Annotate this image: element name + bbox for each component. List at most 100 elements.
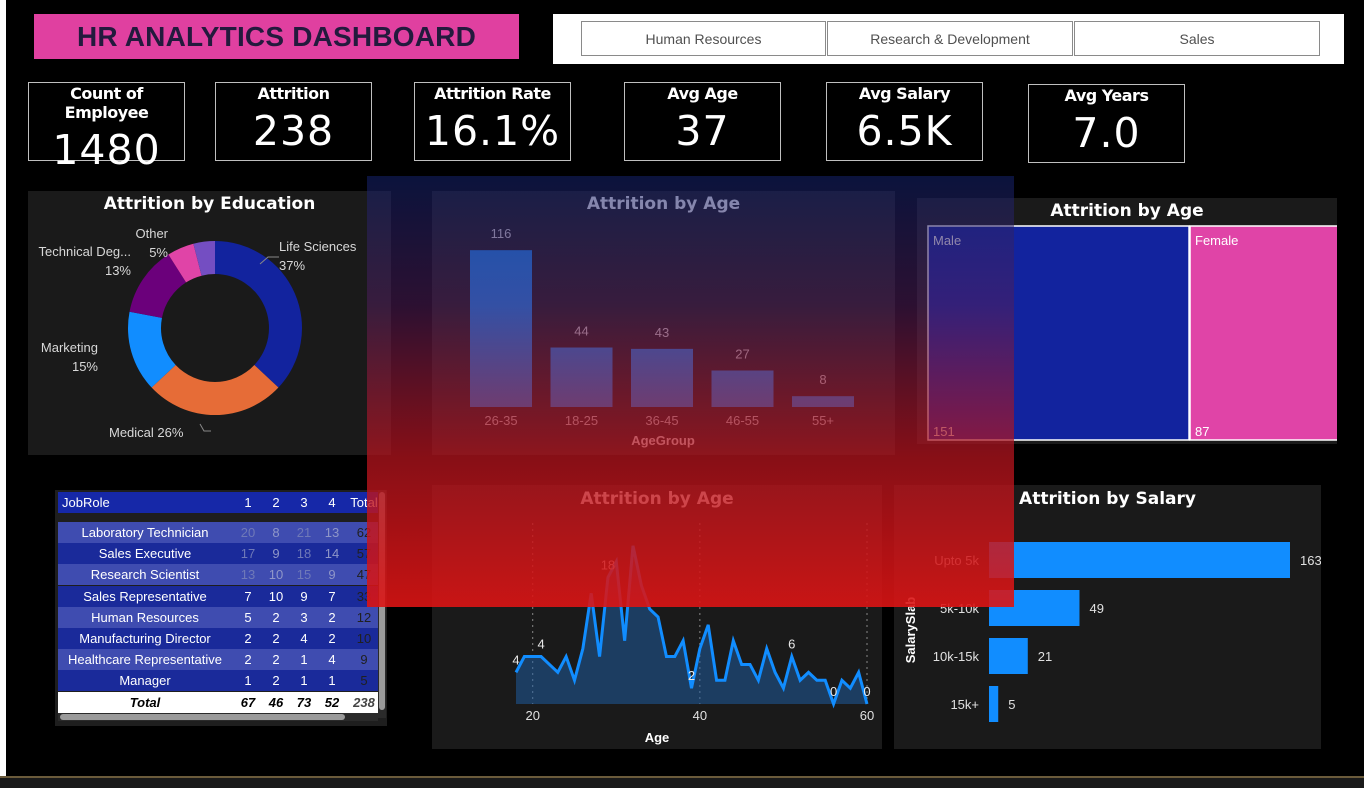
donut-label: Other <box>135 226 168 241</box>
matrix-cell-value: 10 <box>268 588 284 604</box>
donut-label: Life Sciences <box>279 239 357 254</box>
x-tick-label: 55+ <box>812 413 834 428</box>
matrix-cell-value: 9 <box>328 567 336 583</box>
kpi-label: Avg Salary <box>858 84 951 103</box>
donut-label: 15% <box>72 359 98 374</box>
matrix-cell-value: 238 <box>353 694 375 710</box>
matrix-cell-role: Human Resources <box>91 609 199 625</box>
x-tick-label: 26-35 <box>484 413 517 428</box>
salary-bar-chart: Upto 5k 163 5k-10k 49 10k-15k 21 15k+ 5 SalarySl… <box>903 542 1321 722</box>
matrix-cell-value: 2 <box>328 609 336 625</box>
matrix-cell-value: 1 <box>300 673 308 689</box>
agegroup-bar <box>711 370 774 407</box>
dashboard-title: HR ANALYTICS DASHBOARD <box>76 20 476 52</box>
matrix-cell-value: 2 <box>328 631 336 646</box>
education-donut-chart: Life Sciences 37% Medical 26% Marketing 15% T… <box>39 226 357 440</box>
matrix-row: Research Scientist 13 10 15 9 47 <box>58 564 380 586</box>
bar-data-label: 163 <box>1300 553 1321 568</box>
bar-data-label: 116 <box>491 226 512 241</box>
kpi-value: 16.1% <box>424 107 561 155</box>
matrix-cell-value: 1 <box>328 673 336 689</box>
kpi-label: Attrition <box>257 84 330 103</box>
matrix-cell-role: Manager <box>119 673 171 689</box>
kpi-value: 7.0 <box>1072 109 1141 157</box>
matrix-row: Healthcare Representative 2 2 1 4 9 <box>58 649 380 671</box>
x-tick-label: 46-55 <box>726 413 759 428</box>
matrix-cell-value: 2 <box>272 631 280 646</box>
jobrole-matrix: JobRole 1 2 3 4 Total Laboratory Technician 20 8… <box>55 490 387 726</box>
kpi-label: Avg Age <box>667 84 738 103</box>
kpi-label: Count of Employee <box>64 84 149 122</box>
kpi-avg-salary: Avg Salary 6.5K <box>826 82 983 161</box>
agegroup-bar <box>792 396 854 407</box>
matrix-row: Sales Representative 7 10 9 7 33 <box>58 585 380 607</box>
matrix-cell-value: 4 <box>300 631 308 646</box>
matrix-header-row: JobRole 1 2 3 4 Total <box>58 492 380 513</box>
area-data-label: 0 <box>830 684 837 699</box>
matrix-vscroll-thumb[interactable] <box>379 492 385 710</box>
matrix-cell-value: 18 <box>296 546 312 562</box>
x-tick-label: 40 <box>693 708 707 723</box>
area-data-label: 18 <box>601 557 615 572</box>
x-axis-title: Age <box>645 730 670 745</box>
age-area-chart: 20 40 60Age4418260 0 <box>512 523 874 745</box>
donut-label: 5% <box>149 245 168 260</box>
matrix-cell-role: Laboratory Technician <box>81 525 209 540</box>
matrix-total-row: Total 67 46 73 52 238 <box>58 691 380 713</box>
kpi-value: 238 <box>252 107 335 155</box>
kpi-value: 1480 <box>52 126 161 174</box>
bar-data-label: 43 <box>655 325 669 340</box>
y-tick-label: 15k+ <box>950 697 979 712</box>
kpi-label: Attrition Rate <box>434 84 551 103</box>
salary-bar <box>989 542 1290 578</box>
matrix-cell-value: 1 <box>300 652 308 668</box>
area-data-label: 6 <box>788 637 795 652</box>
matrix-cell-value: 8 <box>272 525 280 540</box>
matrix-cell-value: 4 <box>328 495 336 510</box>
matrix-vscroll-track[interactable] <box>378 490 386 718</box>
matrix-cell-value: 12 <box>356 609 372 625</box>
kpi-value: 37 <box>675 107 730 155</box>
x-tick-label: 18-25 <box>565 413 598 428</box>
matrix-cell-value: 2 <box>272 495 280 510</box>
matrix-cell-role: Healthcare Representative <box>68 652 222 668</box>
matrix-cell-role: JobRole <box>62 495 110 510</box>
matrix-row: Manufacturing Director 2 2 4 2 10 <box>58 628 380 649</box>
matrix-cell-value: 2 <box>272 673 280 689</box>
kpi-attrition: Attrition 238 <box>215 82 372 161</box>
bar-data-label: 21 <box>1038 649 1052 664</box>
bar-data-label: 8 <box>819 372 826 387</box>
salary-bar <box>989 686 999 722</box>
matrix-hscroll-track[interactable] <box>58 713 378 721</box>
slicer-sales[interactable]: Sales <box>1074 21 1320 56</box>
salary-bar <box>989 638 1028 674</box>
x-tick-label: 20 <box>525 708 539 723</box>
matrix-cell-value: 62 <box>356 525 372 540</box>
agegroup-bar <box>470 250 532 407</box>
donut-slice <box>151 364 279 415</box>
matrix-cell-role: Total <box>129 694 161 710</box>
dashboard-title-box: HR ANALYTICS DASHBOARD <box>34 14 519 59</box>
area-data-label: 2 <box>688 668 695 683</box>
matrix-row: Laboratory Technician 20 8 21 13 62 <box>58 522 380 543</box>
matrix-hscroll-thumb[interactable] <box>60 714 345 720</box>
slicer-research-development[interactable]: Research & Development <box>827 21 1073 56</box>
slicer-human-resources[interactable]: Human Resources <box>581 21 826 56</box>
matrix-cell-value: 2 <box>244 652 252 668</box>
matrix-cell-value: 3 <box>300 609 308 625</box>
bar-data-label: 44 <box>574 324 588 339</box>
matrix-cell-value: 67 <box>240 694 256 710</box>
matrix-row: Sales Executive 17 9 18 14 57 <box>58 543 380 565</box>
matrix-cell-value: 1 <box>244 495 252 510</box>
agegroup-bar <box>631 348 693 407</box>
x-axis-title: AgeGroup <box>631 433 695 448</box>
matrix-cell-value: 9 <box>360 652 368 668</box>
matrix-cell-value: 7 <box>244 588 252 604</box>
matrix-cell-value: 21 <box>296 525 312 540</box>
matrix-cell-value: 57 <box>356 546 372 562</box>
y-tick-label: 10k-15k <box>933 649 980 664</box>
treemap-value-label: 151 <box>933 424 955 439</box>
matrix-cell-role: Sales Executive <box>98 546 192 562</box>
treemap-category-label: Female <box>1195 233 1238 248</box>
matrix-cell-value: 17 <box>240 546 256 562</box>
